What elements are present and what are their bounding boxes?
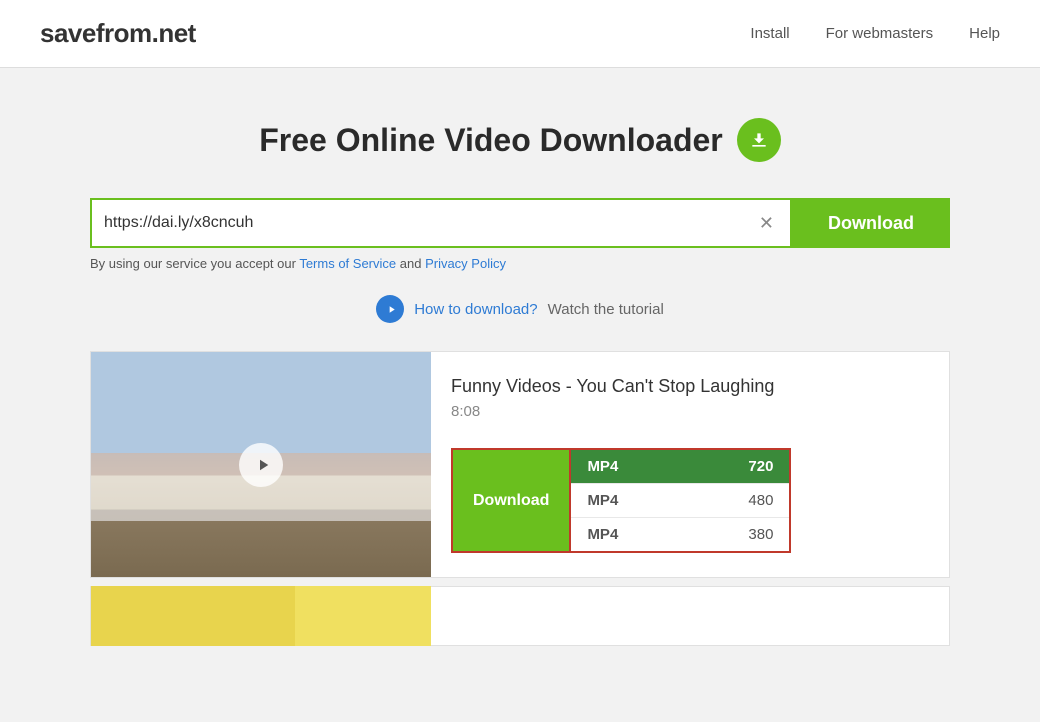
- privacy-policy-link[interactable]: Privacy Policy: [425, 256, 506, 271]
- play-icon: [376, 295, 404, 323]
- download-arrow-icon: [749, 130, 769, 150]
- page-title: Free Online Video Downloader: [259, 122, 723, 159]
- result-card-partial: [90, 586, 950, 646]
- result-card: Funny Videos - You Can't Stop Laughing 8…: [90, 351, 950, 578]
- video-title: Funny Videos - You Can't Stop Laughing: [451, 376, 929, 397]
- terms-text: By using our service you accept our Term…: [90, 256, 950, 271]
- how-to-section: How to download? Watch the tutorial: [90, 295, 950, 323]
- search-row: ✕ Download: [90, 198, 950, 248]
- video-info: Funny Videos - You Can't Stop Laughing 8…: [431, 352, 949, 577]
- format-list: MP4 720 MP4 480 MP4 380: [571, 448, 791, 553]
- format-res-380: 380: [748, 526, 773, 543]
- format-row-480[interactable]: MP4 480: [571, 483, 789, 517]
- video-thumbnail: [91, 352, 431, 577]
- format-res-480: 480: [748, 492, 773, 509]
- how-to-link[interactable]: How to download?: [414, 301, 537, 318]
- download-icon: [737, 118, 781, 162]
- video-download-button[interactable]: Download: [451, 448, 571, 553]
- logo: savefrom.net: [40, 18, 196, 49]
- format-res-720: 720: [748, 458, 773, 475]
- search-area: ✕ Download By using our service you acce…: [90, 198, 950, 271]
- how-to-text: Watch the tutorial: [548, 301, 664, 318]
- hero-section: Free Online Video Downloader: [90, 118, 950, 162]
- main-content: Free Online Video Downloader ✕ Download …: [70, 68, 970, 676]
- download-button[interactable]: Download: [792, 198, 950, 248]
- format-row-380[interactable]: MP4 380: [571, 517, 789, 551]
- format-row-720[interactable]: MP4 720: [571, 450, 789, 483]
- nav-help[interactable]: Help: [969, 25, 1000, 42]
- thumbnail-play-button[interactable]: [239, 443, 283, 487]
- video-duration: 8:08: [451, 403, 929, 420]
- nav-webmasters[interactable]: For webmasters: [826, 25, 934, 42]
- main-nav: Install For webmasters Help: [750, 25, 1000, 42]
- nav-install[interactable]: Install: [750, 25, 789, 42]
- format-label-480: MP4: [587, 492, 618, 509]
- terms-of-service-link[interactable]: Terms of Service: [299, 256, 396, 271]
- format-label-720: MP4: [587, 458, 618, 475]
- url-input[interactable]: [104, 200, 755, 246]
- search-input-wrapper: ✕: [90, 198, 792, 248]
- download-options: Download MP4 720 MP4 480 MP4 380: [451, 448, 929, 553]
- format-label-380: MP4: [587, 526, 618, 543]
- partial-thumbnail: [91, 586, 431, 646]
- play-triangle-icon: [386, 304, 397, 315]
- thumbnail-play-icon: [254, 456, 272, 474]
- clear-button[interactable]: ✕: [755, 209, 778, 238]
- header: savefrom.net Install For webmasters Help: [0, 0, 1040, 68]
